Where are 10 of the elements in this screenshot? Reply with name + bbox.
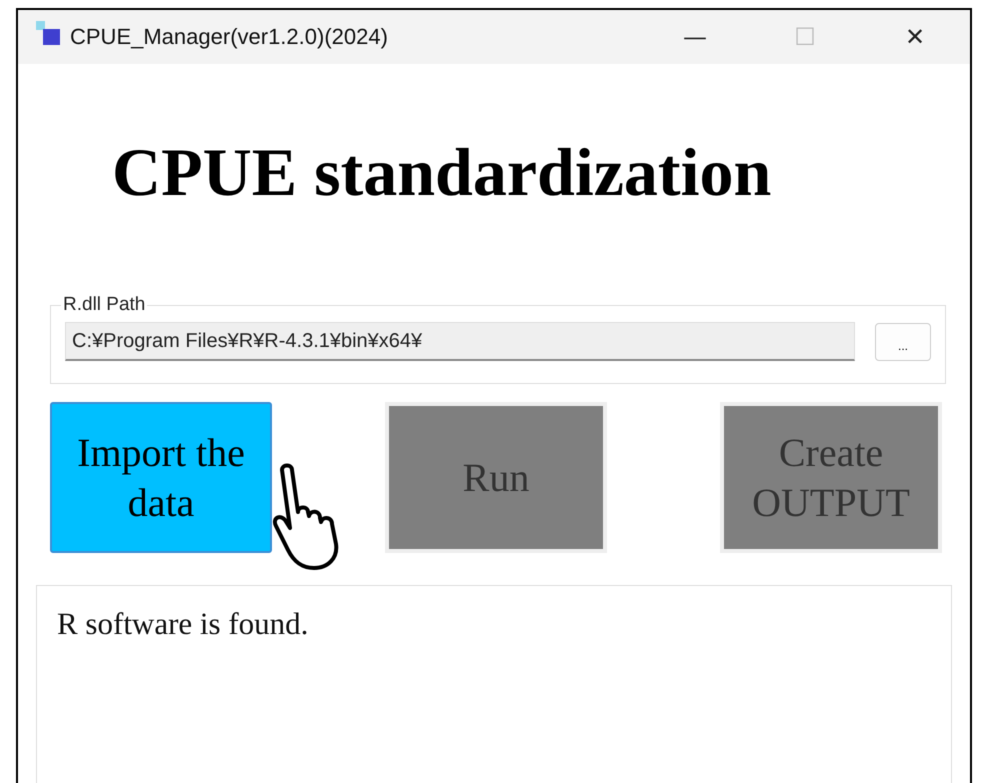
action-button[interactable]: Import the data bbox=[50, 402, 272, 553]
window-title: CPUE_Manager(ver1.2.0)(2024) bbox=[70, 24, 388, 50]
close-button[interactable]: ✕ bbox=[860, 10, 970, 64]
status-message: R software is found. bbox=[57, 606, 308, 641]
browse-button[interactable]: ... bbox=[875, 322, 931, 360]
app-icon bbox=[36, 21, 60, 45]
minimize-button[interactable]: — bbox=[640, 10, 750, 64]
path-field[interactable]: C:¥Program Files¥R¥R-4.3.1¥bin¥x64¥ bbox=[65, 322, 855, 361]
app-heading: CPUE standardization bbox=[112, 133, 772, 212]
group-legend: R.dll Path bbox=[61, 294, 148, 316]
